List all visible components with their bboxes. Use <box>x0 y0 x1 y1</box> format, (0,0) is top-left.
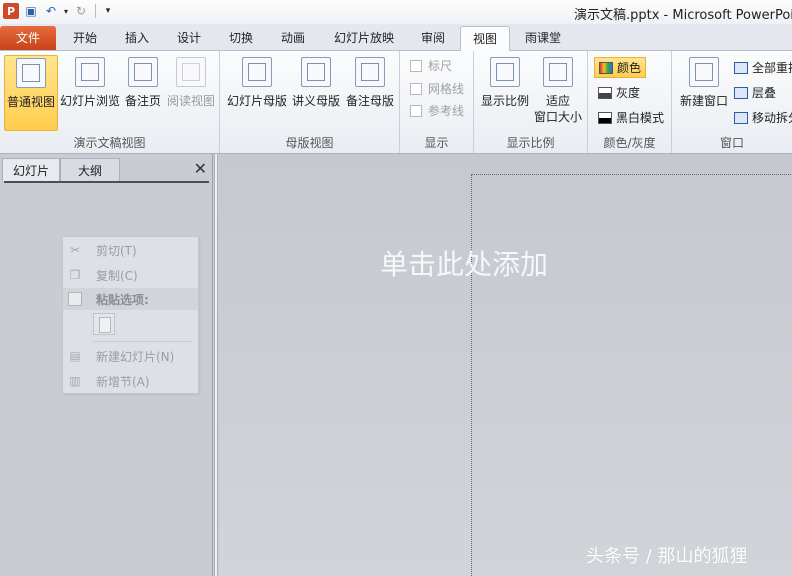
pane-divider <box>4 181 209 183</box>
menu-item-new-section[interactable]: ▥ 新增节(A) <box>63 370 198 392</box>
black-white-button[interactable]: 黑白模式 <box>598 109 664 126</box>
save-icon[interactable]: ▣ <box>22 2 40 20</box>
tab-review[interactable]: 审阅 <box>408 26 458 50</box>
tab-home[interactable]: 开始 <box>60 26 110 50</box>
ribbon: 普通视图 幻灯片浏览 备注页 阅读视图 演示文稿视图 幻灯片母版 讲义母版 备注… <box>0 51 792 154</box>
tab-animations[interactable]: 动画 <box>268 26 318 50</box>
tab-slides[interactable]: 幻灯片 <box>2 158 60 182</box>
fit-to-window-button[interactable]: 适应 窗口大小 <box>532 55 584 131</box>
menu-item-cut[interactable]: ✂ 剪切(T) <box>63 239 198 261</box>
normal-view-button[interactable]: 普通视图 <box>4 55 58 131</box>
cascade-button[interactable]: 层叠 <box>734 84 776 101</box>
arrange-all-icon <box>734 61 748 74</box>
normal-view-icon <box>16 58 46 88</box>
group-zoom: 显示比例 适应 窗口大小 显示比例 <box>474 51 588 153</box>
ruler-check-icon <box>410 59 422 72</box>
group-label-show: 显示 <box>424 136 449 150</box>
slide-canvas[interactable] <box>471 174 792 576</box>
guides-check-icon <box>410 104 422 117</box>
new-window-icon <box>689 57 719 87</box>
magnifier-icon <box>490 57 520 87</box>
menu-item-copy[interactable]: ❐ 复制(C) <box>63 264 198 286</box>
group-label-presentation-views: 演示文稿视图 <box>73 136 146 150</box>
fit-window-icon <box>543 57 573 87</box>
move-split-icon <box>734 111 748 124</box>
title-bar: P ▣ ↶ ▾ ↻ ▾ 演示文稿.pptx - Microsoft PowerP… <box>0 0 792 24</box>
slide-master-button[interactable]: 幻灯片母版 <box>226 55 288 131</box>
customize-qat-icon[interactable]: ▾ <box>99 2 117 20</box>
redo-icon[interactable]: ↻ <box>72 2 90 20</box>
tab-slideshow[interactable]: 幻灯片放映 <box>322 26 406 50</box>
tab-view[interactable]: 视图 <box>460 26 510 52</box>
handout-master-button[interactable]: 讲义母版 <box>290 55 342 131</box>
slide-master-icon <box>242 57 272 87</box>
quick-access-toolbar: P ▣ ↶ ▾ ↻ ▾ <box>2 2 119 20</box>
grayscale-swatch-icon <box>598 86 612 99</box>
zoom-button[interactable]: 显示比例 <box>478 55 532 131</box>
scissors-icon: ✂ <box>69 243 81 257</box>
group-label-color-grayscale: 颜色/灰度 <box>603 136 656 150</box>
guides-checkbox[interactable]: 参考线 <box>410 102 464 119</box>
app-icon[interactable]: P <box>2 2 20 20</box>
powerpoint-logo-icon: P <box>3 3 19 19</box>
cascade-icon <box>734 86 748 99</box>
pane-splitter[interactable] <box>214 154 218 576</box>
black-white-swatch-icon <box>598 111 612 124</box>
close-pane-icon[interactable]: ✕ <box>194 161 207 177</box>
window-title: 演示文稿.pptx - Microsoft PowerPoint <box>574 8 792 23</box>
undo-icon[interactable]: ↶ <box>42 2 60 20</box>
grayscale-button[interactable]: 灰度 <box>598 84 640 101</box>
slide-sorter-button[interactable]: 幻灯片浏览 <box>60 55 120 131</box>
group-color-grayscale: 颜色 灰度 黑白模式 颜色/灰度 <box>588 51 672 153</box>
watermark-text: 头条号 / 那山的狐狸 <box>586 546 748 567</box>
new-section-icon: ▥ <box>69 374 81 388</box>
pane-tabs: 幻灯片 大纲 ✕ <box>0 158 213 182</box>
group-master-views: 幻灯片母版 讲义母版 备注母版 母版视图 <box>220 51 400 153</box>
slide-sorter-icon <box>75 57 105 87</box>
gridlines-checkbox[interactable]: 网格线 <box>410 80 464 97</box>
reading-view-icon <box>176 57 206 87</box>
slide-editing-area <box>219 154 792 576</box>
powerpoint-window: P ▣ ↶ ▾ ↻ ▾ 演示文稿.pptx - Microsoft PowerP… <box>0 0 792 576</box>
paste-icon <box>68 292 82 306</box>
color-button[interactable]: 颜色 <box>594 57 647 78</box>
menu-header-paste-options: 粘贴选项: <box>63 288 198 310</box>
gridlines-check-icon <box>410 82 422 95</box>
tab-file[interactable]: 文件 <box>0 26 56 50</box>
notes-master-icon <box>355 57 385 87</box>
tab-yuketang[interactable]: 雨课堂 <box>514 26 572 50</box>
tab-insert[interactable]: 插入 <box>112 26 162 50</box>
tab-transitions[interactable]: 切换 <box>216 26 266 50</box>
notes-master-button[interactable]: 备注母版 <box>344 55 396 131</box>
group-label-master-views: 母版视图 <box>285 136 334 150</box>
tab-outline[interactable]: 大纲 <box>60 158 120 182</box>
group-presentation-views: 普通视图 幻灯片浏览 备注页 阅读视图 演示文稿视图 <box>0 51 220 153</box>
ribbon-tabs: 文件 开始 插入 设计 切换 动画 幻灯片放映 审阅 视图 雨课堂 <box>0 24 792 52</box>
group-window: 新建窗口 全部重排 层叠 移动拆分 窗口 <box>672 51 792 153</box>
move-split-button[interactable]: 移动拆分 <box>734 109 792 126</box>
copy-icon: ❐ <box>69 268 81 282</box>
handout-master-icon <box>301 57 331 87</box>
title-placeholder[interactable]: 单击此处添加 <box>380 243 548 283</box>
reading-view-button[interactable]: 阅读视图 <box>166 55 216 131</box>
group-label-zoom: 显示比例 <box>506 136 555 150</box>
paste-keep-format-icon[interactable] <box>93 313 115 335</box>
new-window-button[interactable]: 新建窗口 <box>676 55 732 131</box>
tab-design[interactable]: 设计 <box>164 26 214 50</box>
group-show: 标尺 网格线 参考线 显示 <box>400 51 474 153</box>
menu-item-new-slide[interactable]: ▤ 新建幻灯片(N) <box>63 345 198 367</box>
new-slide-icon: ▤ <box>69 349 81 363</box>
notes-page-button[interactable]: 备注页 <box>122 55 164 131</box>
notes-page-icon <box>128 57 158 87</box>
color-swatch-icon <box>599 61 613 74</box>
group-label-window: 窗口 <box>719 136 744 150</box>
menu-separator <box>93 341 193 342</box>
qat-separator <box>95 4 96 18</box>
context-menu: ✂ 剪切(T) ❐ 复制(C) 粘贴选项: ▤ 新建幻灯片(N) ▥ 新增节(A) <box>62 236 199 394</box>
arrange-all-button[interactable]: 全部重排 <box>734 59 792 76</box>
ruler-checkbox[interactable]: 标尺 <box>410 57 452 74</box>
undo-dropdown-icon[interactable]: ▾ <box>62 2 70 20</box>
